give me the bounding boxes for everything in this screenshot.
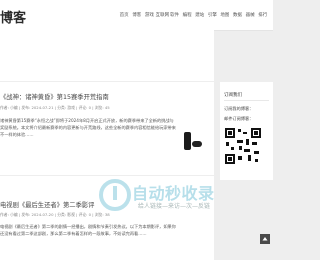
subscribe-link[interactable]: 订阅我的博客：: [224, 106, 253, 112]
console-image: [184, 132, 191, 150]
content-card-top: [0, 30, 214, 81]
site-logo[interactable]: 博客: [0, 7, 26, 26]
nav-item[interactable]: 数据: [231, 12, 244, 18]
post-meta: 作者: 小编 | 发布: 2024-07-21 | 分类: 游戏 | 评论: 0…: [0, 105, 110, 110]
widget-title: 订阅我们: [224, 93, 242, 98]
widget-divider: [224, 100, 269, 101]
post-card: [0, 176, 214, 260]
post-excerpt: 诸神黄昏第15赛季“永恒之战”即将于2024年8月开启正式开放，新的赛季带来了全…: [0, 118, 176, 137]
nav-item[interactable]: 互联网: [156, 12, 170, 18]
post-title[interactable]: 电视剧《最后生还者》第二季影评: [0, 200, 94, 209]
post-excerpt: 电视剧《最后生还者》第二季的剧情一经播出，剧情和节奏引发热议。以下为本期影评，如…: [0, 224, 176, 236]
nav-item[interactable]: 编程: [181, 12, 194, 18]
nav-item[interactable]: 器械: [244, 12, 257, 18]
main-nav: 首页 博客 游戏 互联网 软件 编程 建站 引擎 地图 数据 器械 排行: [118, 12, 269, 18]
nav-item[interactable]: 软件: [168, 12, 181, 18]
arrow-up-icon: [262, 237, 268, 241]
email-subscribe-link[interactable]: 邮件订阅博客：: [224, 116, 253, 122]
nav-item[interactable]: 建站: [193, 12, 206, 18]
nav-item[interactable]: 排行: [256, 12, 269, 18]
nav-item[interactable]: 首页: [118, 12, 131, 18]
post-title[interactable]: 《战神：诸神黄昏》第15赛季开荒指南: [0, 92, 109, 101]
back-to-top-button[interactable]: [260, 234, 270, 244]
controller-image: [192, 141, 202, 147]
top-bar: 博客 首页 博客 游戏 互联网 软件 编程 建站 引擎 地图 数据 器械 排行: [0, 0, 273, 31]
nav-item[interactable]: 地图: [219, 12, 232, 18]
post-meta: 作者: 小编 | 发布: 2024-07-20 | 分类: 影视 | 评论: 0…: [0, 212, 110, 217]
post-thumbnail[interactable]: [182, 132, 204, 150]
nav-item[interactable]: 博客: [130, 12, 143, 18]
nav-item[interactable]: 游戏: [143, 12, 156, 18]
nav-item[interactable]: 引擎: [206, 12, 219, 18]
qr-code-image: [224, 127, 262, 165]
